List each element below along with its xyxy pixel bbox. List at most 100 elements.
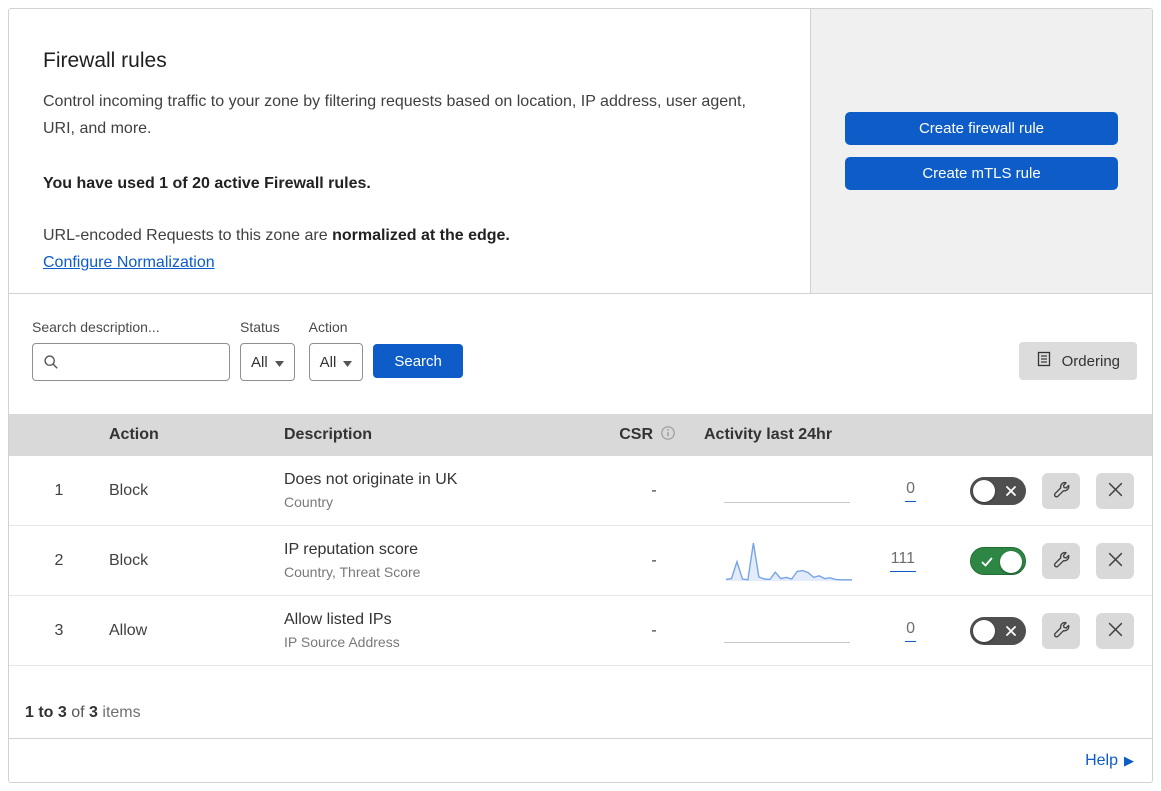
- col-action: Action: [109, 426, 159, 443]
- toggle-knob: [973, 619, 995, 642]
- normalization-bold: normalized at the edge.: [332, 227, 510, 244]
- search-label: Search description...: [32, 319, 160, 335]
- page-title: Firewall rules: [43, 49, 167, 72]
- search-box: [32, 343, 230, 381]
- wrench-icon: [1053, 481, 1070, 501]
- activity-sparkline: [724, 538, 854, 584]
- rule-csr: -: [651, 621, 657, 639]
- edit-rule-button[interactable]: [1042, 472, 1080, 509]
- rule-description-cell: Allow listed IPs IP Source Address: [284, 611, 604, 650]
- table-row: 1 Block Does not originate in UK Country…: [9, 456, 1152, 526]
- toggle-knob: [1000, 550, 1022, 573]
- edit-rule-button[interactable]: [1042, 612, 1080, 649]
- rule-description: Allow listed IPs: [284, 611, 392, 628]
- normalization-prefix: URL-encoded Requests to this zone are: [43, 227, 333, 244]
- arrow-right-icon: ▶: [1124, 752, 1134, 768]
- col-activity: Activity last 24hr: [704, 426, 833, 443]
- create-firewall-rule-button[interactable]: Create firewall rule: [845, 112, 1118, 145]
- rule-description-cell: IP reputation score Country, Threat Scor…: [284, 541, 604, 580]
- items-of: of: [66, 704, 90, 721]
- activity-count-wrap: 0: [854, 480, 916, 502]
- status-label: Status: [240, 319, 280, 335]
- rule-priority: 3: [54, 621, 64, 639]
- page-description: Control incoming traffic to your zone by…: [43, 93, 746, 137]
- table-row: 3 Allow Allow listed IPs IP Source Addre…: [9, 596, 1152, 666]
- col-csr-label: CSR: [619, 426, 653, 443]
- rule-action: Block: [109, 551, 149, 569]
- rule-controls: [932, 612, 1152, 649]
- ordering-label: Ordering: [1061, 352, 1120, 370]
- close-icon: [1108, 622, 1123, 640]
- configure-normalization-link[interactable]: Configure Normalization: [43, 254, 215, 272]
- ordering-button[interactable]: Ordering: [1018, 342, 1137, 380]
- table-header: Action Description CSR Activity last 24h…: [9, 414, 1152, 456]
- rule-criteria: Country, Threat Score: [284, 564, 421, 580]
- activity-count-wrap: 111: [854, 550, 916, 572]
- activity-sparkline: [724, 468, 854, 514]
- rule-csr: -: [651, 481, 657, 499]
- search-group: Search description...: [32, 319, 230, 381]
- search-icon: [43, 354, 59, 370]
- activity-count-wrap: 0: [854, 620, 916, 642]
- pagination-bar: 1 to 3 of 3 items: [9, 666, 1152, 739]
- actions-panel: Create firewall rule Create mTLS rule: [811, 9, 1152, 293]
- ordering-icon: [1036, 351, 1052, 371]
- rule-toggle[interactable]: [970, 616, 1026, 645]
- info-icon[interactable]: [660, 425, 676, 446]
- header-section: Firewall rules Control incoming traffic …: [9, 9, 1152, 294]
- rule-priority: 1: [54, 481, 64, 499]
- wrench-icon: [1053, 621, 1070, 641]
- status-select[interactable]: All: [240, 343, 295, 381]
- firewall-rules-panel: Firewall rules Control incoming traffic …: [8, 8, 1153, 783]
- activity-sparkline: [724, 608, 854, 654]
- col-description: Description: [284, 426, 373, 443]
- activity-count-link[interactable]: 0: [905, 480, 916, 502]
- chevron-down-icon: [343, 354, 353, 371]
- x-icon: [1005, 485, 1017, 497]
- rule-activity-cell: 0: [704, 468, 932, 514]
- x-icon: [1005, 625, 1017, 637]
- rule-action: Block: [109, 481, 149, 499]
- create-mtls-rule-button[interactable]: Create mTLS rule: [845, 157, 1118, 190]
- activity-count-link[interactable]: 111: [889, 550, 916, 572]
- toggle-knob: [973, 479, 995, 502]
- table-row: 2 Block IP reputation score Country, Thr…: [9, 526, 1152, 596]
- rule-activity-cell: 0: [704, 608, 932, 654]
- rule-criteria: Country: [284, 494, 334, 510]
- rule-controls: [932, 542, 1152, 579]
- status-filter-group: Status All: [240, 319, 295, 381]
- rule-csr: -: [651, 551, 657, 569]
- rule-priority: 2: [54, 551, 64, 569]
- activity-count-link[interactable]: 0: [905, 620, 916, 642]
- search-button[interactable]: Search: [373, 344, 463, 378]
- action-value: All: [319, 353, 337, 371]
- items-total: 3: [89, 704, 98, 721]
- delete-rule-button[interactable]: [1096, 472, 1134, 509]
- delete-rule-button[interactable]: [1096, 542, 1134, 579]
- header-text-block: Firewall rules Control incoming traffic …: [9, 9, 811, 293]
- rule-description: Does not originate in UK: [284, 471, 458, 488]
- rule-action: Allow: [109, 621, 148, 639]
- help-link[interactable]: Help ▶: [1085, 752, 1134, 770]
- action-label: Action: [308, 319, 348, 335]
- items-word: items: [97, 704, 141, 721]
- rule-activity-cell: 111: [704, 538, 932, 584]
- action-select[interactable]: All: [308, 343, 364, 381]
- search-input[interactable]: [32, 343, 230, 381]
- items-range: 1 to 3: [25, 704, 67, 721]
- status-value: All: [251, 353, 268, 371]
- close-icon: [1108, 482, 1123, 500]
- filter-bar: Search description... Status All Action …: [9, 294, 1152, 414]
- edit-rule-button[interactable]: [1042, 542, 1080, 579]
- delete-rule-button[interactable]: [1096, 612, 1134, 649]
- rule-description-cell: Does not originate in UK Country: [284, 471, 604, 510]
- rule-controls: [932, 472, 1152, 509]
- close-icon: [1108, 552, 1123, 570]
- table-body: 1 Block Does not originate in UK Country…: [9, 456, 1152, 666]
- col-csr: CSR: [604, 425, 704, 446]
- rule-toggle[interactable]: [970, 476, 1026, 505]
- chevron-down-icon: [274, 354, 284, 371]
- wrench-icon: [1053, 551, 1070, 571]
- rule-toggle[interactable]: [970, 546, 1026, 575]
- rule-description: IP reputation score: [284, 541, 419, 558]
